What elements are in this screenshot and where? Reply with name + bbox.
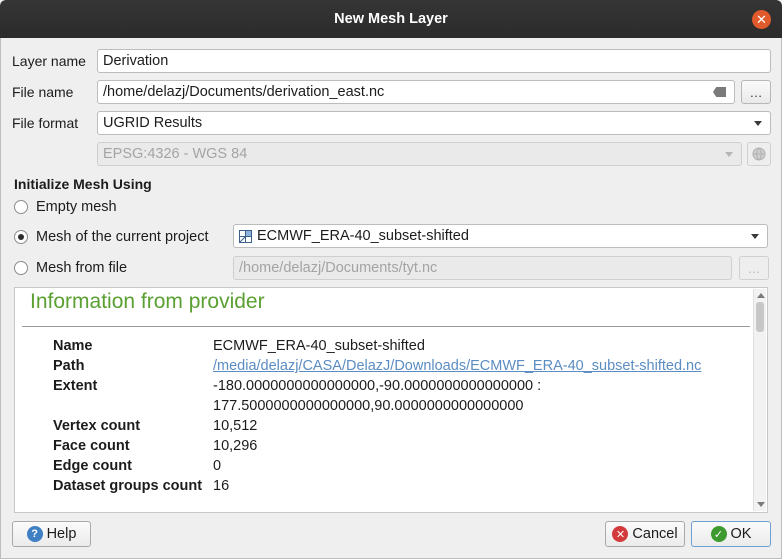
radio-mesh-from-file-label: Mesh from file [36,260,128,276]
window-title: New Mesh Layer [334,11,448,27]
info-key: Path [53,358,85,374]
file-name-input[interactable]: /home/delazj/Documents/derivation_east.n… [97,80,735,104]
radio-current-project[interactable]: Mesh of the current project [14,229,208,245]
crs-value: EPSG:4326 - WGS 84 [103,146,248,162]
file-format-value: UGRID Results [103,115,203,131]
crs-select[interactable]: EPSG:4326 - WGS 84 [97,142,742,166]
info-row-edge-count: Edge count 0 [53,456,733,476]
info-row-name: Name ECMWF_ERA-40_subset-shifted [53,336,733,356]
radio-button[interactable] [14,200,28,214]
help-icon: ? [26,526,43,542]
info-key: Name [53,338,93,354]
help-button[interactable]: ? Help [12,521,91,547]
info-value: -180.0000000000000000,-90.00000000000000… [213,378,542,414]
close-icon: ✕ [756,12,767,27]
title-bar: New Mesh Layer ✕ [0,0,782,38]
info-row-extent: Extent -180.0000000000000000,-90.0000000… [53,376,733,416]
info-value: 16 [213,478,230,494]
radio-empty-mesh[interactable]: Empty mesh [14,199,117,215]
ok-button[interactable]: ✓ OK [691,521,771,547]
cancel-icon: ✕ [612,526,629,542]
info-row-path: Path /media/delazj/CASA/DelazJ/Downloads… [53,356,733,376]
provider-info-panel[interactable]: Information from provider Name ECMWF_ERA… [14,287,768,513]
file-format-label: File format [12,115,79,131]
info-key: Edge count [53,458,132,474]
vertical-scrollbar[interactable] [753,289,766,511]
file-name-label: File name [12,84,74,100]
info-row-vertex-count: Vertex count 10,512 [53,416,733,436]
info-value: 10,296 [213,438,258,454]
info-value: ECMWF_ERA-40_subset-shifted [213,338,425,354]
radio-empty-mesh-label: Empty mesh [36,199,117,215]
info-key: Dataset groups count [53,478,203,494]
info-key: Extent [53,378,98,394]
chevron-down-icon [751,234,759,239]
file-name-value: /home/delazj/Documents/derivation_east.n… [103,84,385,100]
ellipsis-icon: … [749,84,763,100]
scroll-down-icon[interactable] [757,502,765,507]
chevron-down-icon [725,152,733,157]
chevron-down-icon [754,121,762,126]
project-mesh-value: ECMWF_ERA-40_subset-shifted [257,228,469,244]
ellipsis-icon: … [747,260,761,276]
info-key: Vertex count [53,418,141,434]
check-icon: ✓ [710,526,727,542]
init-section-title: Initialize Mesh Using [14,176,152,192]
cancel-label: Cancel [632,526,678,542]
layer-name-value: Derivation [103,53,169,69]
info-value: 0 [213,458,222,474]
radio-mesh-from-file[interactable]: Mesh from file [14,260,127,276]
mesh-layer-icon [239,229,252,243]
mesh-file-value: /home/delazj/Documents/tyt.nc [239,260,438,276]
info-table: Name ECMWF_ERA-40_subset-shifted Path /m… [53,336,733,496]
info-row-dataset-groups: Dataset groups count 16 [53,476,733,496]
project-mesh-select[interactable]: ECMWF_ERA-40_subset-shifted [233,224,768,248]
info-key: Face count [53,438,130,454]
browse-mesh-file-button[interactable]: … [739,256,769,280]
globe-icon [752,147,766,161]
info-row-face-count: Face count 10,296 [53,436,733,456]
crs-picker-button[interactable] [747,142,771,166]
dialog-body: Layer name Derivation File name /home/de… [0,38,782,559]
help-label: Help [46,526,77,542]
browse-file-button[interactable]: … [741,80,771,104]
info-title: Information from provider [30,290,265,313]
radio-button[interactable] [14,230,28,244]
file-format-select[interactable]: UGRID Results [97,111,771,135]
scroll-thumb[interactable] [756,302,764,332]
mesh-file-input[interactable]: /home/delazj/Documents/tyt.nc [233,256,732,280]
clear-icon[interactable] [713,87,726,97]
cancel-button[interactable]: ✕ Cancel [605,521,685,547]
ok-label: OK [730,526,752,542]
layer-name-input[interactable]: Derivation [97,49,771,73]
divider [22,326,750,327]
layer-name-label: Layer name [12,53,86,69]
info-value: 10,512 [213,418,258,434]
radio-button[interactable] [14,261,28,275]
scroll-up-icon[interactable] [757,293,765,298]
radio-current-project-label: Mesh of the current project [36,229,209,245]
close-button[interactable]: ✕ [752,10,771,29]
path-link[interactable]: /media/delazj/CASA/DelazJ/Downloads/ECMW… [213,356,733,376]
